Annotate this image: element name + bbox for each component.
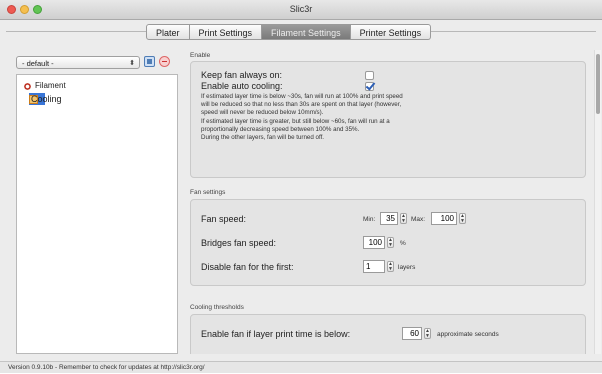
auto-cooling-label: Enable auto cooling: — [201, 81, 283, 91]
settings-page: Enable Keep fan always on: Enable auto c… — [190, 50, 592, 354]
auto-cooling-checkbox[interactable] — [365, 82, 374, 91]
fan-max-label: Max: — [411, 216, 426, 223]
description-line: If estimated layer time is greater, but … — [201, 117, 390, 125]
window-title: Slic3r — [289, 4, 313, 14]
bridges-fan-label: Bridges fan speed: — [201, 238, 277, 248]
fan-min-input[interactable] — [380, 212, 398, 225]
fan-speed-label: Fan speed: — [201, 214, 247, 224]
section-title-enable: Enable — [190, 52, 211, 59]
tree-item-label: Cooling — [31, 94, 62, 104]
app-window: Slic3r Plater Print Settings Filament Se… — [0, 0, 602, 373]
enable-fan-threshold-unit: approximate seconds — [437, 331, 499, 338]
bridges-fan-unit: % — [400, 240, 406, 247]
keep-fan-checkbox[interactable] — [365, 71, 374, 80]
tree-item-label: Filament — [35, 81, 66, 90]
title-bar: Slic3r — [0, 0, 602, 20]
enable-fan-threshold-stepper[interactable]: ▲▼ — [402, 327, 431, 340]
tree-item-cooling[interactable]: Cooling — [29, 93, 62, 105]
fan-settings-group: Fan speed: Min: ▲▼ Max: ▲▼ Bridges fan s… — [190, 199, 586, 286]
fan-min-label: Min: — [363, 216, 376, 223]
disable-fan-label: Disable fan for the first: — [201, 262, 294, 272]
status-bar: Version 0.9.10b - Remember to check for … — [0, 361, 602, 373]
fan-max-input[interactable] — [431, 212, 457, 225]
tab-bar: Plater Print Settings Filament Settings … — [146, 24, 432, 40]
stepper-arrows-icon[interactable]: ▲ ▼ — [424, 328, 431, 339]
tab-printer-settings[interactable]: Printer Settings — [350, 24, 432, 40]
auto-cooling-description: If estimated layer time is below ~30s, f… — [201, 93, 501, 142]
description-line: If estimated layer time is below ~30s, f… — [201, 93, 403, 100]
save-preset-icon[interactable] — [144, 56, 155, 67]
bridges-fan-input[interactable] — [363, 236, 385, 249]
scrollbar-thumb[interactable] — [596, 54, 600, 114]
fan-min-stepper[interactable]: ▲▼ — [380, 212, 407, 225]
enable-fan-threshold-label: Enable fan if layer print time is below: — [201, 329, 351, 339]
section-title-cooling: Cooling thresholds — [190, 304, 244, 311]
preset-select-value: - default - — [22, 59, 54, 68]
keep-fan-label: Keep fan always on: — [201, 70, 283, 80]
enable-group: Keep fan always on: Enable auto cooling:… — [190, 61, 586, 178]
stepper-arrows-icon[interactable]: ▲ ▼ — [459, 213, 466, 224]
fan-max-stepper[interactable]: ▲▼ — [431, 212, 466, 225]
stepper-arrows-icon[interactable]: ▲ ▼ — [400, 213, 407, 224]
filament-icon — [23, 81, 32, 91]
enable-fan-threshold-input[interactable] — [402, 327, 422, 340]
cooling-thresholds-group: Enable fan if layer print time is below:… — [190, 314, 586, 354]
description-line: speed will never be reduced below 10mm/s… — [201, 109, 324, 117]
stepper-arrows-icon[interactable]: ▲ ▼ — [387, 261, 394, 272]
description-line: will be reduced so that no less than 30s… — [201, 101, 402, 109]
settings-tree: Filament Cooling — [16, 74, 178, 354]
section-title-fan: Fan settings — [190, 189, 226, 196]
disable-fan-unit: layers — [398, 264, 416, 271]
tab-filament-settings[interactable]: Filament Settings — [262, 24, 351, 40]
disable-fan-stepper[interactable]: ▲▼ — [363, 260, 394, 273]
tab-plater[interactable]: Plater — [146, 24, 190, 40]
vertical-scrollbar[interactable] — [594, 50, 601, 354]
tab-print-settings[interactable]: Print Settings — [189, 24, 263, 40]
settings-sidebar: - default - ⬍ Filament Cooling — [10, 50, 182, 354]
tree-item-filament[interactable]: Filament — [23, 80, 66, 92]
stepper-arrows-icon[interactable]: ▲ ▼ — [387, 237, 394, 248]
updown-arrows-icon: ⬍ — [129, 60, 135, 67]
preset-select[interactable]: - default - ⬍ — [16, 56, 140, 69]
disable-fan-input[interactable] — [363, 260, 385, 273]
description-line: During the other layers, fan will be tur… — [201, 134, 325, 142]
description-line: proportionally decreasing speed between … — [201, 125, 360, 133]
bridges-fan-stepper[interactable]: ▲▼ — [363, 236, 394, 249]
delete-preset-icon[interactable] — [159, 56, 170, 67]
